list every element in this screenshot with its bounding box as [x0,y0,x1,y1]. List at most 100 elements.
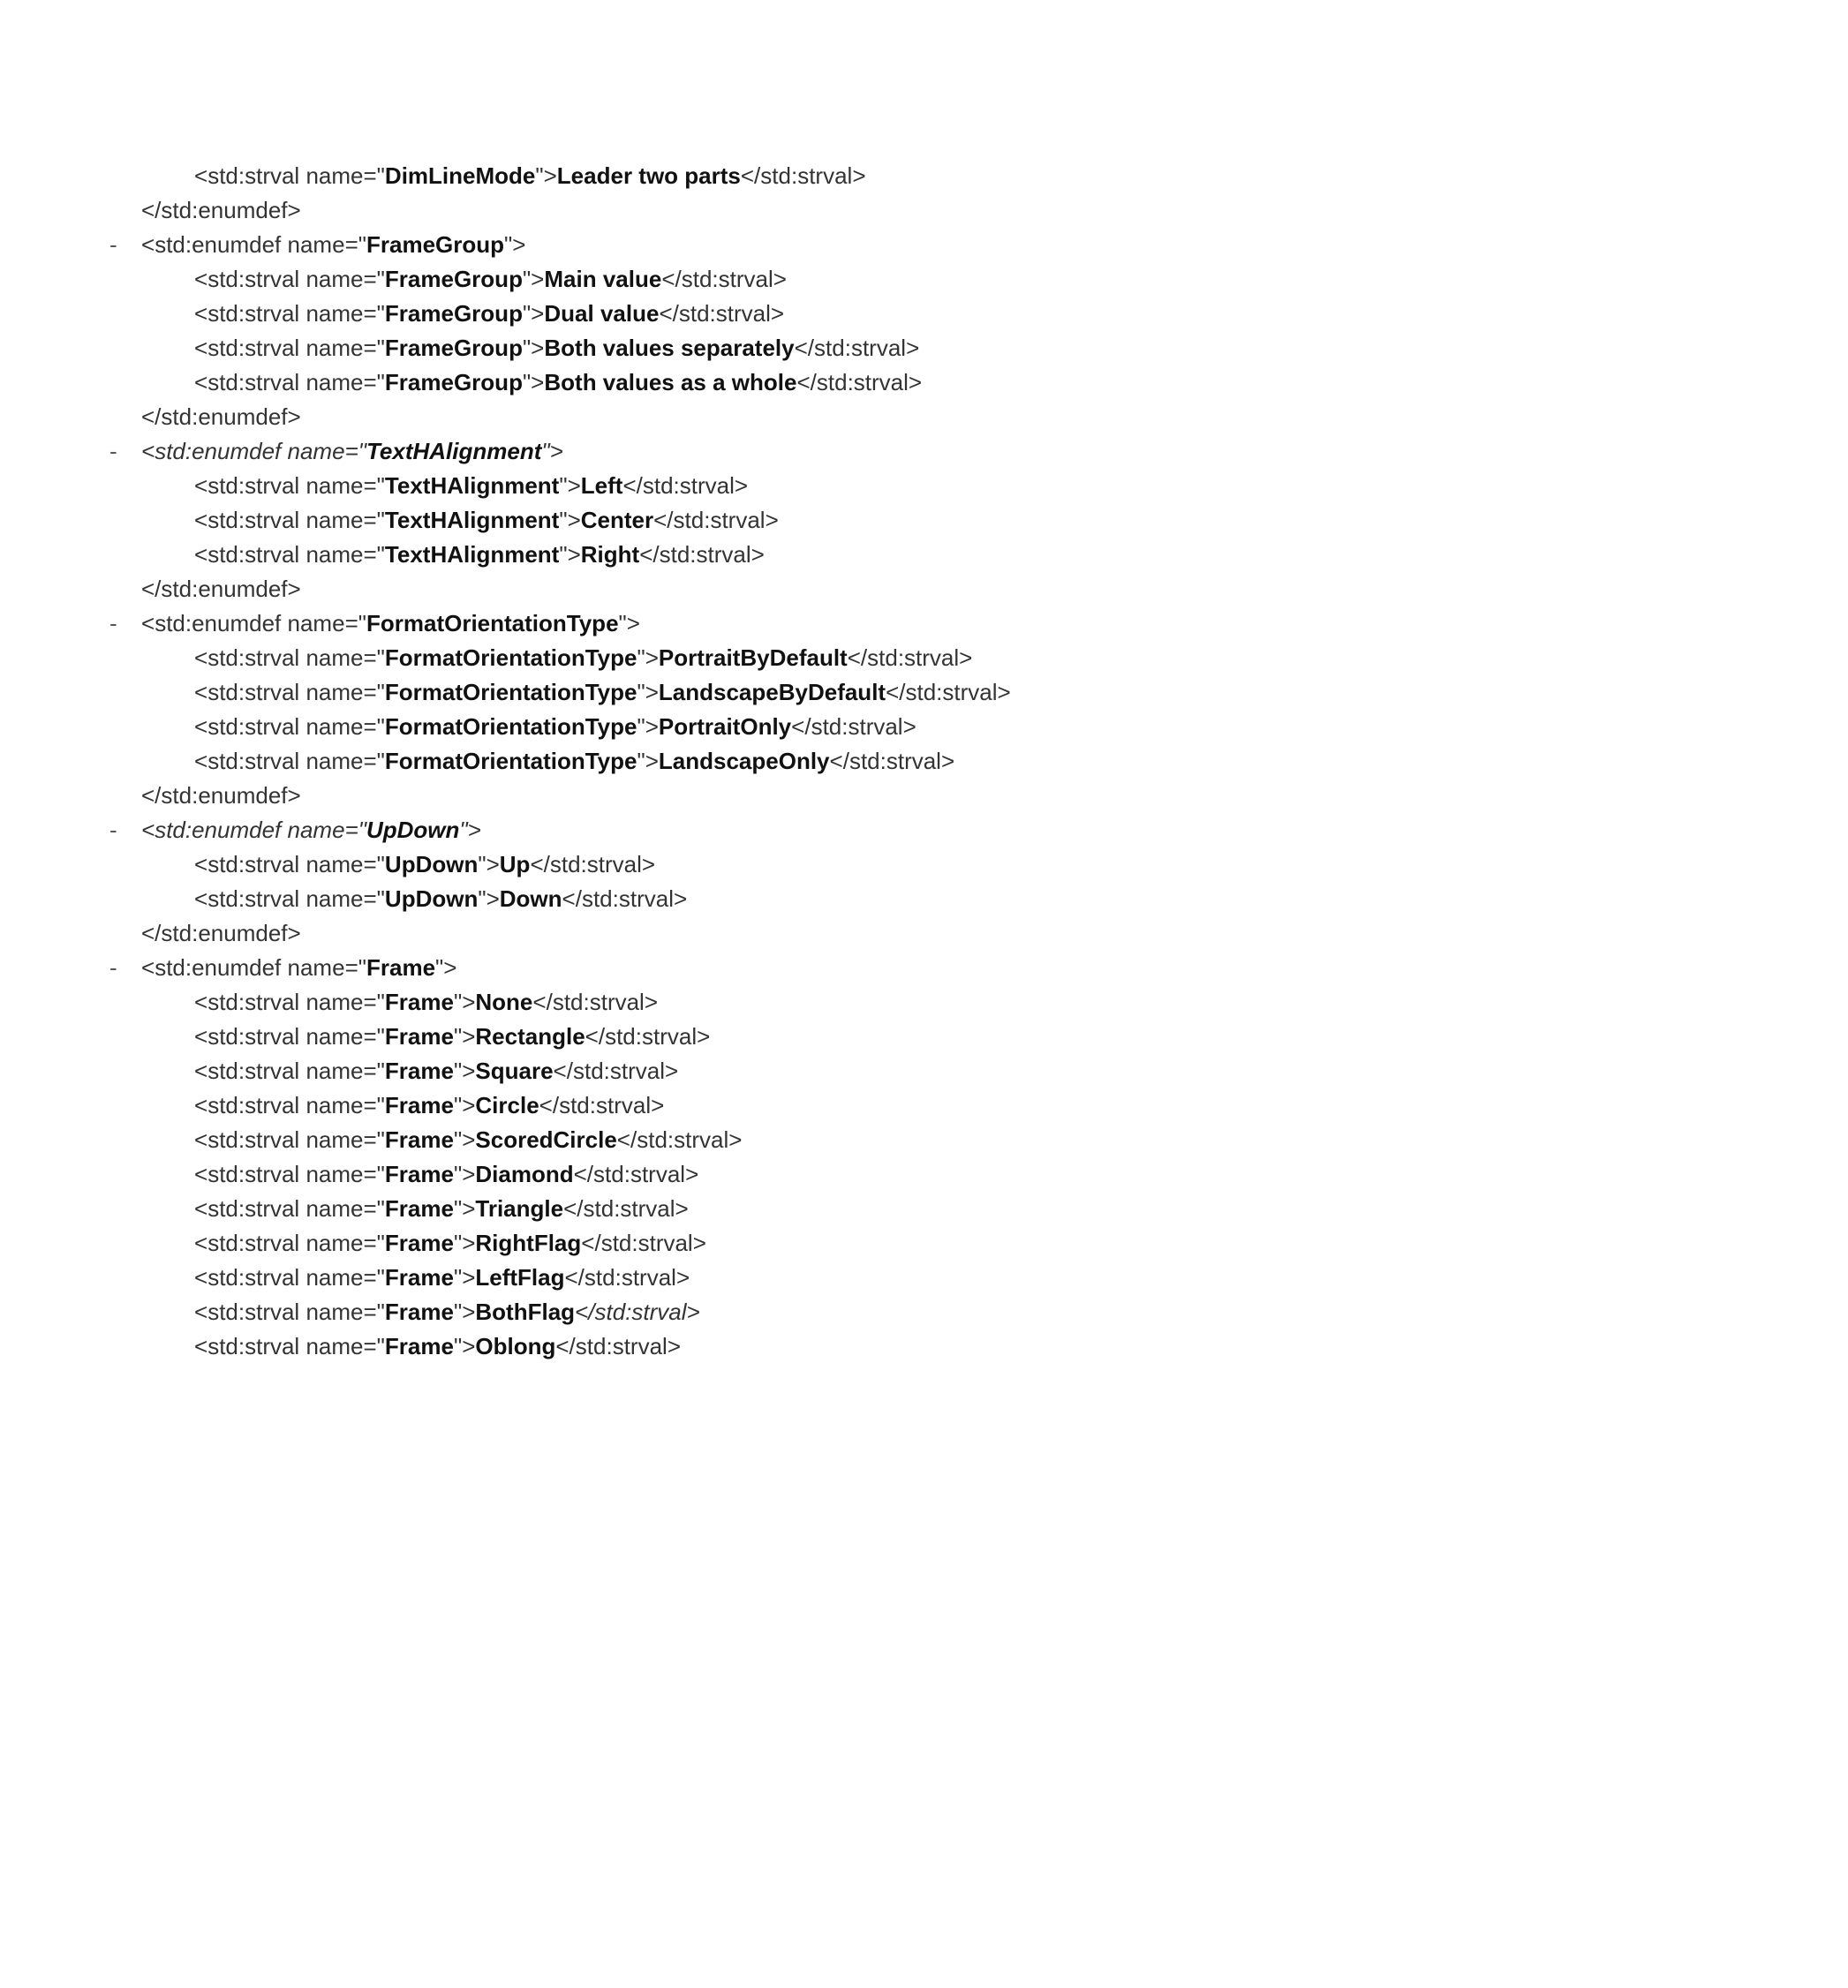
strval-text: ScoredCircle [475,1126,616,1153]
strval-name-attr: Frame [385,1299,454,1325]
enumdef-close: </std:enumdef> [88,400,1848,434]
enum-name: FormatOrientationType [366,610,619,636]
strval-name-attr: Frame [385,1092,454,1118]
strval-line: <std:strval name="FormatOrientationType"… [88,641,1848,675]
strval-line: <std:strval name="Frame">ScoredCircle</s… [88,1123,1848,1157]
strval-line: <std:strval name="Frame">Circle</std:str… [88,1088,1848,1123]
strval-text: PortraitByDefault [659,644,848,671]
strval-line: <std:strval name="FormatOrientationType"… [88,675,1848,710]
strval-name-attr: FrameGroup [385,369,523,395]
strval-text: Oblong [475,1333,555,1359]
strval-text: Diamond [475,1161,573,1187]
strval-text: Up [500,851,531,877]
enumdef-open-tag: <std:enumdef name="FrameGroup"> [141,231,525,258]
strval-line: <std:strval name="Frame">RightFlag</std:… [88,1226,1848,1261]
strval-name-attr: FrameGroup [385,335,523,361]
strval-line: <std:strval name="Frame">None</std:strva… [88,985,1848,1020]
enum-name: UpDown [366,817,459,843]
strval-name-attr: FormatOrientationType [385,748,637,774]
strval-text: RightFlag [475,1230,581,1256]
collapse-toggle[interactable]: - [109,951,141,985]
strval-line: <std:strval name="Frame">Oblong</std:str… [88,1329,1848,1364]
strval-text: Right [581,541,639,568]
enum-name: TextHAlignment [366,438,541,464]
enumdef-open-UpDown: -<std:enumdef name="UpDown"> [88,813,1848,847]
strval-line: <std:strval name="Frame">LeftFlag</std:s… [88,1261,1848,1295]
enumdef-open-Frame: -<std:enumdef name="Frame"> [88,951,1848,985]
enumdef-open-tag: <std:enumdef name="TextHAlignment"> [141,438,563,464]
strval-line: <std:strval name="Frame">Square</std:str… [88,1054,1848,1088]
enumdef-open-FrameGroup: -<std:enumdef name="FrameGroup"> [88,228,1848,262]
collapse-toggle[interactable]: - [109,606,141,641]
strval-text: Down [500,885,562,912]
enumdef-open-TextHAlignment: -<std:enumdef name="TextHAlignment"> [88,434,1848,469]
strval-text: Main value [544,266,661,292]
strval-text: LandscapeByDefault [659,679,886,705]
strval-text: Center [581,507,653,533]
enumdef-open-tag: <std:enumdef name="FormatOrientationType… [141,610,640,636]
strval-line: <std:strval name="Frame">Diamond</std:st… [88,1157,1848,1192]
enumdef-close: </std:enumdef> [88,779,1848,813]
strval-text: Both values separately [544,335,794,361]
enum-name: FrameGroup [366,231,504,258]
strval-text: Dual value [544,300,659,327]
collapse-toggle[interactable]: - [109,228,141,262]
enumdef-close: </std:enumdef> [88,916,1848,951]
strval-line: <std:strval name="TextHAlignment">Center… [88,503,1848,538]
strval-line: <std:strval name="FormatOrientationType"… [88,710,1848,744]
strval-name-attr: FrameGroup [385,300,523,327]
strval-text: Triangle [475,1195,563,1222]
strval-name-attr: FormatOrientationType [385,713,637,740]
strval-line: <std:strval name="FormatOrientationType"… [88,744,1848,779]
strval-name-attr: TextHAlignment [385,541,559,568]
enumdef-open-tag: <std:enumdef name="Frame"> [141,954,456,981]
strval-line: <std:strval name="TextHAlignment">Right<… [88,538,1848,572]
strval-text: Both values as a whole [544,369,796,395]
strval-text: LandscapeOnly [659,748,830,774]
strval-name-attr: TextHAlignment [385,507,559,533]
xml-tree: <std:strval name="DimLineMode">Leader tw… [88,159,1848,1364]
strval-name-attr: FormatOrientationType [385,644,637,671]
strval-text: None [475,989,532,1015]
strval-text: Square [475,1058,553,1084]
strval-name-attr: UpDown [385,851,478,877]
enumdef-close: </std:enumdef> [88,572,1848,606]
strval-text: LeftFlag [475,1264,564,1291]
strval-line: <std:strval name="UpDown">Down</std:strv… [88,882,1848,916]
strval-line: <std:strval name="FrameGroup">Both value… [88,365,1848,400]
strval-name-attr: Frame [385,1333,454,1359]
strval-line: <std:strval name="Frame">Triangle</std:s… [88,1192,1848,1226]
strval-text: Leader two parts [557,162,741,189]
strval-name-attr: TextHAlignment [385,472,559,499]
strval-line: <std:strval name="TextHAlignment">Left</… [88,469,1848,503]
strval-line: <std:strval name="DimLineMode">Leader tw… [88,159,1848,193]
collapse-toggle[interactable]: - [109,813,141,847]
strval-text: Rectangle [475,1023,585,1050]
strval-name-attr: Frame [385,989,454,1015]
strval-line: <std:strval name="FrameGroup">Main value… [88,262,1848,297]
strval-line: <std:strval name="Frame">BothFlag</std:s… [88,1295,1848,1329]
enumdef-close: </std:enumdef> [88,193,1848,228]
strval-text: PortraitOnly [659,713,791,740]
strval-name-attr: FrameGroup [385,266,523,292]
strval-line: <std:strval name="FrameGroup">Dual value… [88,297,1848,331]
strval-text: BothFlag [475,1299,575,1325]
strval-name-attr: Frame [385,1126,454,1153]
strval-line: <std:strval name="UpDown">Up</std:strval… [88,847,1848,882]
strval-text: Left [581,472,623,499]
strval-name-attr: DimLineMode [385,162,535,189]
enumdef-open-FormatOrientationType: -<std:enumdef name="FormatOrientationTyp… [88,606,1848,641]
strval-line: <std:strval name="FrameGroup">Both value… [88,331,1848,365]
strval-name-attr: Frame [385,1264,454,1291]
strval-name-attr: Frame [385,1230,454,1256]
strval-name-attr: UpDown [385,885,478,912]
enum-name: Frame [366,954,435,981]
strval-name-attr: Frame [385,1161,454,1187]
strval-text: Circle [475,1092,539,1118]
strval-name-attr: Frame [385,1023,454,1050]
strval-name-attr: Frame [385,1195,454,1222]
collapse-toggle[interactable]: - [109,434,141,469]
strval-name-attr: FormatOrientationType [385,679,637,705]
enumdef-open-tag: <std:enumdef name="UpDown"> [141,817,481,843]
strval-line: <std:strval name="Frame">Rectangle</std:… [88,1020,1848,1054]
